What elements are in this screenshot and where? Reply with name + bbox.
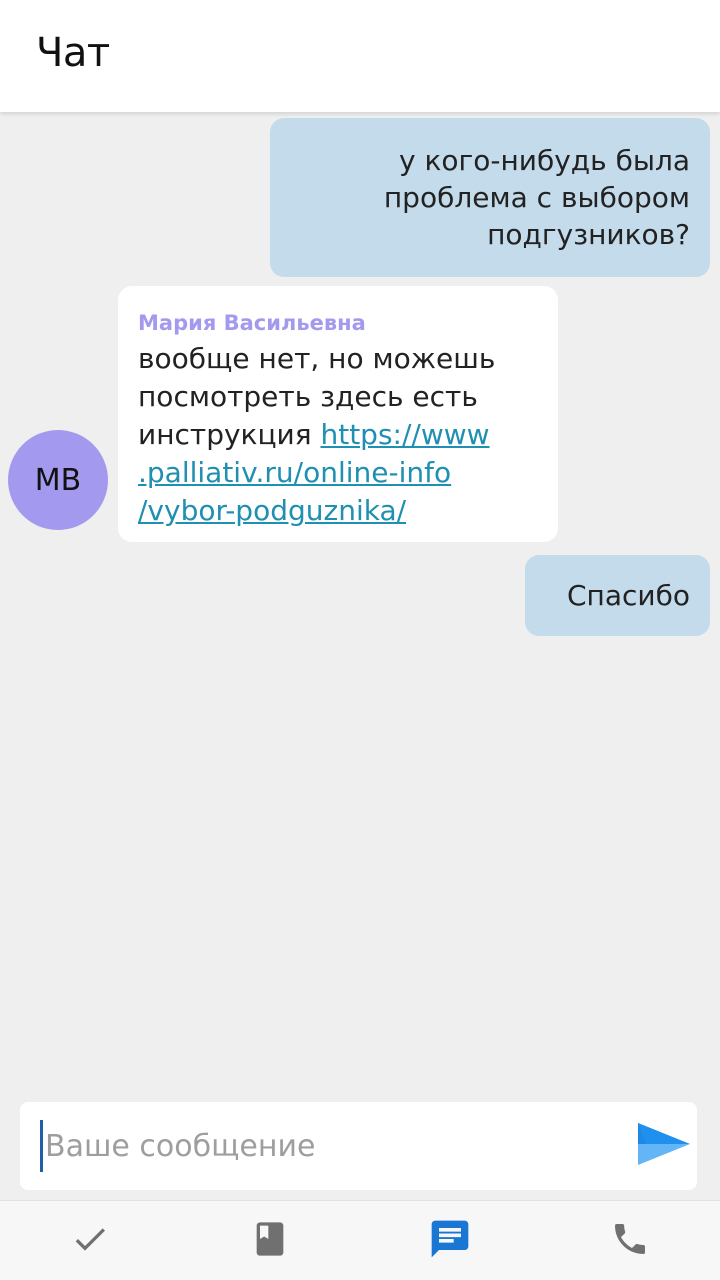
page-title: Чат: [36, 30, 110, 76]
send-button[interactable]: [635, 1120, 693, 1172]
link-part-2: .palliativ.ru/online-info: [138, 456, 452, 489]
bottom-navigation: [0, 1200, 720, 1280]
phone-icon: [610, 1219, 650, 1263]
check-icon: [70, 1219, 110, 1263]
link-part-3: /vybor-podguznika/: [138, 494, 407, 527]
link-part-1: https://www: [320, 418, 490, 451]
app-header: Чат: [0, 0, 720, 112]
nav-call[interactable]: [585, 1201, 675, 1280]
chat-icon: [428, 1217, 472, 1265]
message-outgoing[interactable]: Спасибо: [525, 555, 710, 636]
message-incoming[interactable]: Мария Васильевна вообще нет, но можешь п…: [118, 286, 558, 542]
message-input[interactable]: [40, 1120, 620, 1172]
message-composer: [20, 1102, 697, 1190]
nav-tasks[interactable]: [45, 1201, 135, 1280]
sender-name: Мария Васильевна: [138, 311, 366, 335]
chat-screen: Чат у кого-нибудь была проблема с выборо…: [0, 0, 720, 1280]
avatar[interactable]: МВ: [8, 430, 108, 530]
nav-library[interactable]: [225, 1201, 315, 1280]
book-icon: [250, 1219, 290, 1263]
message-text: у кого-нибудь была проблема с выбором по…: [383, 144, 690, 251]
message-text: вообще нет, но можешь посмотреть здесь е…: [138, 340, 538, 530]
message-outgoing[interactable]: у кого-нибудь была проблема с выбором по…: [270, 118, 710, 277]
nav-chat[interactable]: [405, 1201, 495, 1280]
send-icon: [636, 1121, 692, 1171]
message-text: Спасибо: [566, 579, 690, 612]
